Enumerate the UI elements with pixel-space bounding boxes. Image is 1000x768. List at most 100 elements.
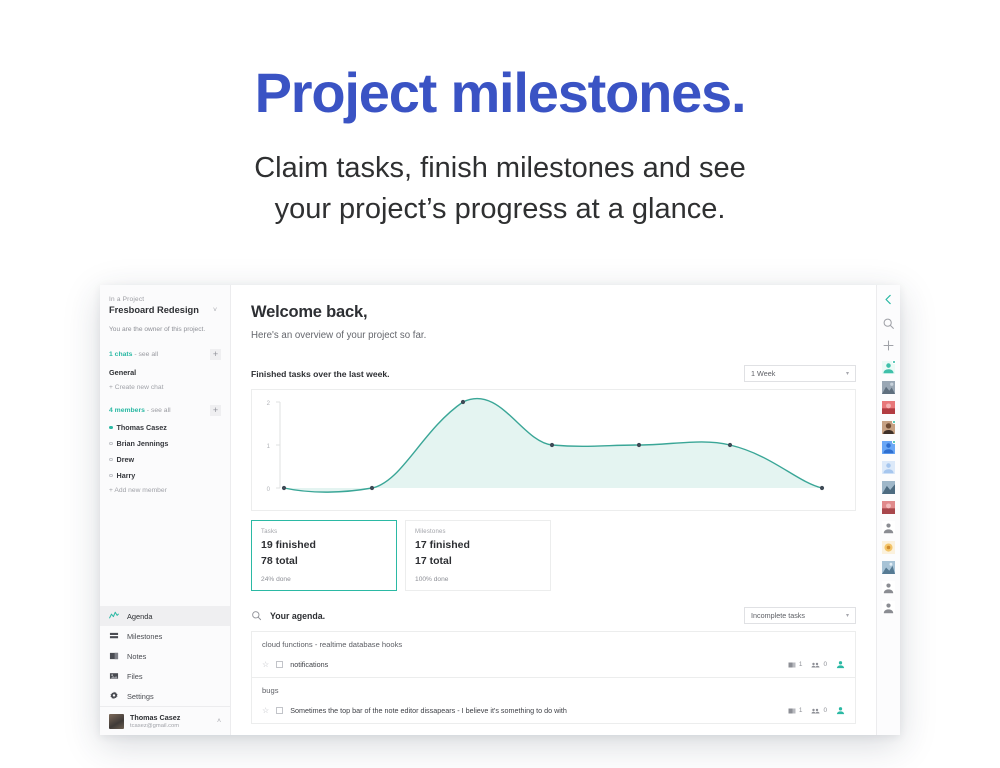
- agenda-title-group: Your agenda.: [251, 610, 325, 621]
- rail-avatar[interactable]: [882, 541, 896, 554]
- stat-card-total: 78 total: [261, 555, 298, 567]
- stat-card-finished: 17 finished: [415, 539, 470, 551]
- page-title: Project milestones.: [254, 61, 747, 124]
- chat-item-general[interactable]: General: [109, 368, 221, 377]
- current-user-name: Thomas Casez: [130, 713, 181, 722]
- current-user-menu[interactable]: Thomas Casez tcasez@gmail.com ˄: [100, 706, 231, 735]
- member-row[interactable]: Brian Jennings: [109, 439, 221, 448]
- avatar: [882, 401, 896, 414]
- notes-count: 1: [788, 707, 803, 715]
- rail-avatar[interactable]: [882, 381, 896, 394]
- stat-card-finished: 19 finished: [261, 539, 316, 551]
- people-icon: [811, 662, 820, 667]
- avatar: [882, 601, 896, 614]
- task-row[interactable]: ☆ notifications 1 0: [252, 655, 855, 677]
- avatar: [882, 381, 896, 394]
- sidebar-item-files[interactable]: Files: [100, 666, 230, 686]
- plus-icon[interactable]: [882, 339, 895, 352]
- online-badge: [892, 360, 897, 364]
- sidebar-item-settings[interactable]: Settings: [100, 686, 230, 706]
- chats-count[interactable]: 1 chats - see all: [109, 351, 158, 358]
- sidebar-top: In a Project Fresboard Redesign ˅ You ar…: [100, 285, 230, 606]
- chart-point: [460, 399, 466, 405]
- rail-avatar[interactable]: [882, 501, 896, 514]
- members-count-value: 0: [823, 707, 828, 714]
- task-row[interactable]: ☆ Sometimes the top bar of the note edit…: [252, 701, 855, 723]
- avatar: [882, 561, 896, 574]
- rail-avatar[interactable]: [882, 420, 897, 434]
- status-dot-offline: [109, 473, 113, 478]
- range-dropdown[interactable]: 1 Week ▾: [744, 365, 857, 382]
- star-icon[interactable]: ☆: [262, 706, 269, 715]
- search-icon[interactable]: [882, 317, 895, 330]
- members-count[interactable]: 4 members - see all: [109, 407, 171, 414]
- right-rail: [876, 285, 900, 735]
- sidebar-item-milestones[interactable]: Milestones: [100, 626, 230, 646]
- rail-avatar[interactable]: [882, 461, 896, 474]
- task-checkbox[interactable]: [276, 661, 284, 668]
- status-dot-online: [109, 425, 113, 430]
- sidebar-item-label: Files: [127, 671, 143, 681]
- rail-avatar[interactable]: [882, 401, 896, 414]
- agenda-filter-dropdown[interactable]: Incomplete tasks ▾: [744, 607, 857, 624]
- sidebar-item-agenda[interactable]: Agenda: [100, 606, 231, 626]
- chats-see-all: - see all: [134, 351, 159, 359]
- y-tick-2: 2: [267, 401, 271, 407]
- agenda-title: Your agenda.: [270, 610, 326, 621]
- member-row[interactable]: Drew: [109, 455, 221, 464]
- star-icon[interactable]: ☆: [262, 660, 269, 669]
- chevron-left-icon[interactable]: [882, 293, 895, 306]
- task-group: bugs ☆ Sometimes the top bar of the note…: [251, 677, 857, 724]
- add-member-button[interactable]: +: [210, 405, 222, 417]
- stat-card-total: 17 total: [415, 555, 452, 567]
- add-new-member-link[interactable]: + Add new member: [109, 487, 221, 494]
- members-group-header: 4 members - see all +: [109, 405, 222, 417]
- member-name: Thomas Casez: [116, 423, 167, 433]
- hero-section: Project milestones. Claim tasks, finish …: [0, 0, 1000, 230]
- range-dropdown-value: 1 Week: [751, 369, 776, 378]
- member-row[interactable]: Thomas Casez: [109, 423, 221, 432]
- online-badge: [892, 440, 897, 444]
- member-row[interactable]: Harry: [109, 471, 221, 480]
- rail-avatar[interactable]: [882, 561, 896, 574]
- stat-card-milestones[interactable]: Milestones 17 finished 17 total 100% don…: [405, 520, 552, 591]
- stat-card-tasks[interactable]: Tasks 19 finished 78 total 24% done: [251, 520, 398, 591]
- stat-card-label: Milestones: [415, 529, 446, 535]
- avatar: [109, 713, 124, 729]
- project-switcher[interactable]: Fresboard Redesign ˅: [109, 305, 221, 315]
- rail-avatar[interactable]: [882, 581, 896, 594]
- rail-avatar[interactable]: [882, 601, 896, 614]
- sidebar-nav: Agenda Milestones Notes Files Settings: [100, 606, 231, 706]
- members-count: 0: [811, 707, 827, 715]
- notes-count-value: 1: [798, 661, 803, 668]
- people-icon: [811, 708, 820, 713]
- avatar: [882, 581, 896, 594]
- sidebar-item-notes[interactable]: Notes: [100, 646, 230, 666]
- activity-icon: [109, 611, 119, 619]
- gear-icon: [110, 691, 118, 700]
- sidebar-item-label: Notes: [127, 651, 147, 661]
- chart-title: Finished tasks over the last week.: [251, 368, 390, 379]
- search-icon[interactable]: [251, 610, 262, 621]
- rail-avatar[interactable]: [882, 481, 896, 494]
- assignee-icon[interactable]: [836, 706, 845, 715]
- welcome-heading: Welcome back,: [251, 303, 368, 321]
- members-see-all: - see all: [146, 407, 171, 415]
- add-chat-button[interactable]: +: [210, 349, 222, 361]
- current-user-email: tcasez@gmail.com: [130, 723, 180, 729]
- sidebar-item-label: Settings: [127, 691, 154, 701]
- hero-subtitle-line-1: Claim tasks, finish milestones and see: [254, 151, 746, 184]
- rail-avatar[interactable]: [882, 360, 897, 374]
- create-new-chat-link[interactable]: + Create new chat: [109, 384, 221, 391]
- owner-note: You are the owner of this project.: [109, 326, 206, 333]
- notes-icon: [109, 652, 119, 660]
- finished-tasks-chart[interactable]: 2 1 0: [251, 389, 857, 511]
- rail-avatar[interactable]: [882, 440, 897, 454]
- assignee-icon[interactable]: [836, 660, 845, 669]
- rail-avatar[interactable]: [882, 521, 896, 534]
- task-checkbox[interactable]: [276, 707, 284, 714]
- notes-count-value: 1: [798, 707, 803, 714]
- task-text: notifications: [290, 660, 329, 669]
- chevron-up-icon: ˄: [216, 717, 222, 725]
- chats-count-value: 1 chats: [109, 351, 133, 359]
